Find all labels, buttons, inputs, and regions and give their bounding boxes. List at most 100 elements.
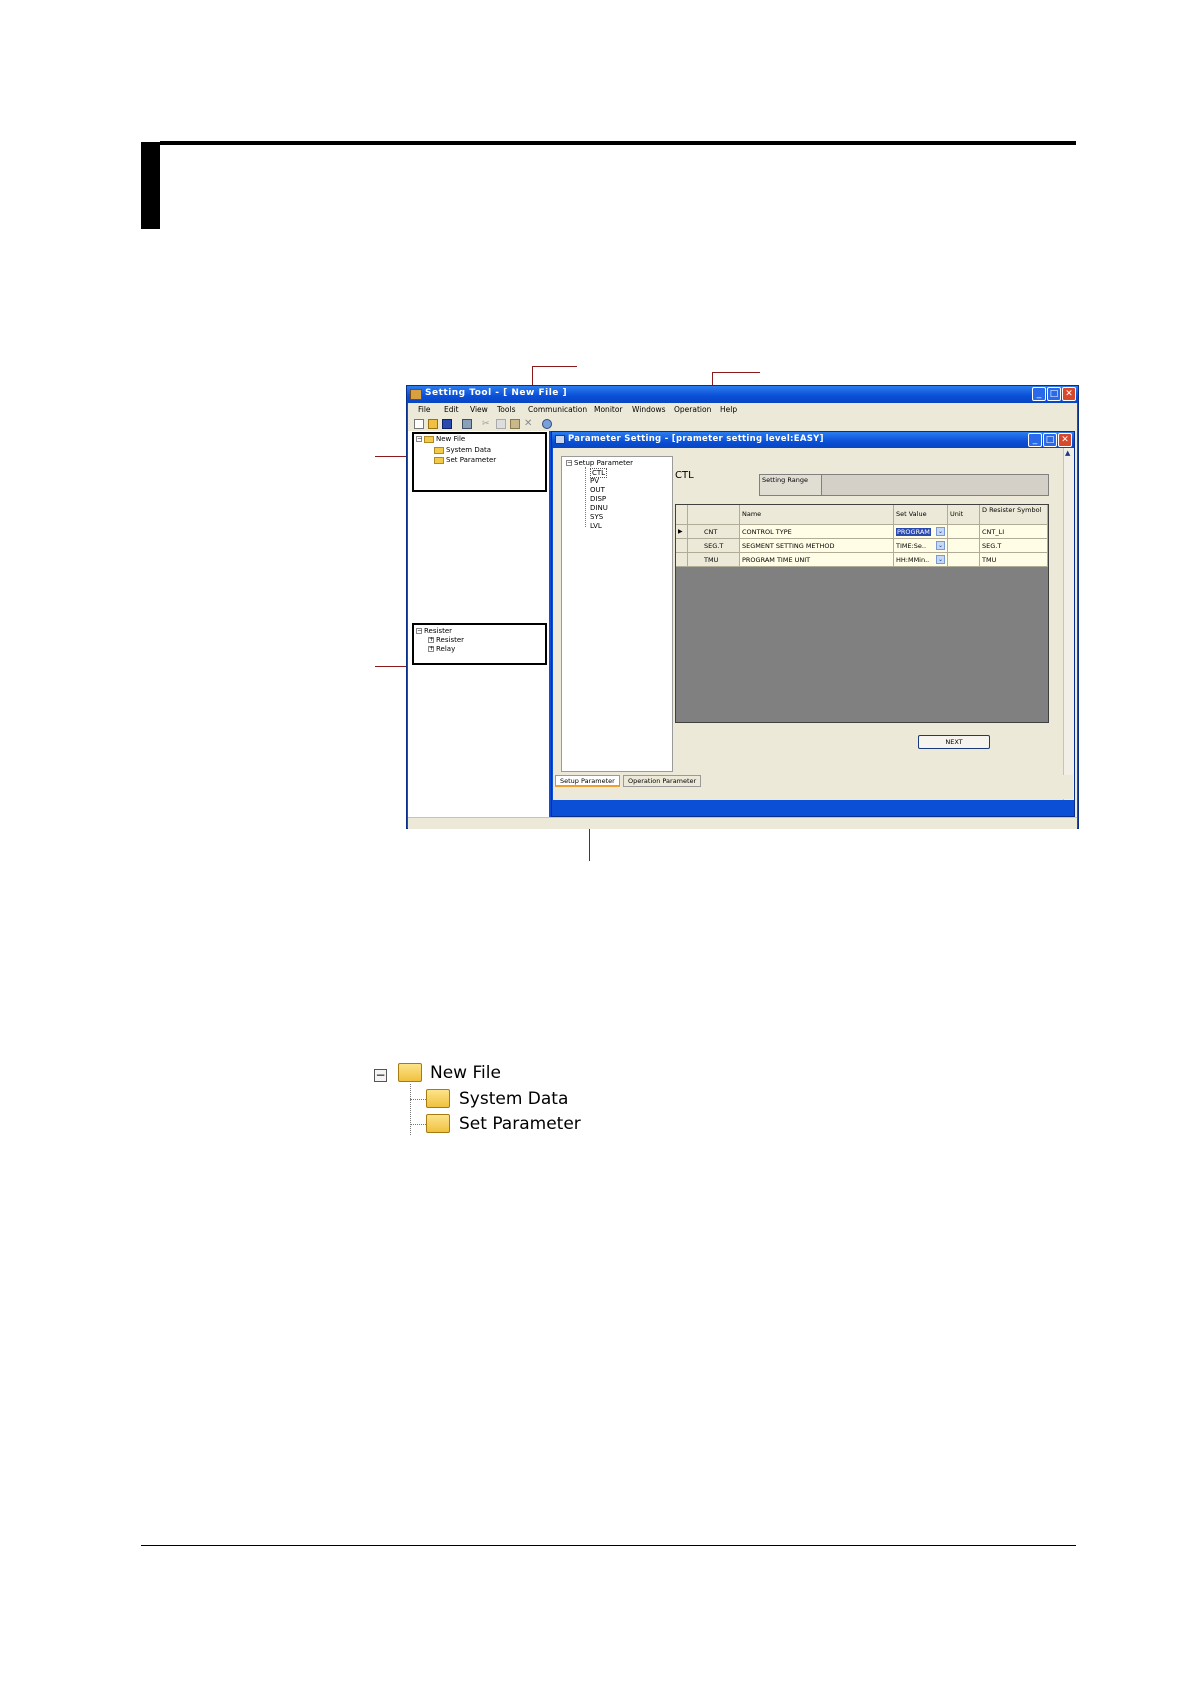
grid-header-unit[interactable]: Unit: [948, 505, 980, 524]
grid-header-name[interactable]: Name: [740, 505, 894, 524]
chevron-down-icon[interactable]: ⌄: [936, 527, 945, 536]
callout-menu-horizontal: [712, 372, 760, 373]
enlarged-root-label: New File: [430, 1063, 501, 1083]
grid-header-symbol[interactable]: D Resister Symbol: [980, 505, 1048, 524]
grid-header-set-value[interactable]: Set Value: [894, 505, 948, 524]
next-button[interactable]: NEXT: [918, 735, 990, 749]
grid-corner: [676, 505, 688, 524]
row-name: CONTROL TYPE: [740, 525, 894, 538]
child-window-title: Parameter Setting - [prameter setting le…: [568, 434, 824, 444]
print-icon[interactable]: [462, 419, 472, 429]
row-name: PROGRAM TIME UNIT: [740, 553, 894, 566]
expand-icon[interactable]: +: [428, 646, 434, 652]
open-folder-icon[interactable]: [428, 419, 438, 429]
tree-connector: [410, 1099, 426, 1100]
set-value-text: HH:MMin..: [896, 556, 930, 564]
tab-operation-parameter[interactable]: Operation Parameter: [623, 775, 702, 787]
row-code: SEG.T: [688, 539, 740, 552]
child-title-bar: Parameter Setting - [prameter setting le…: [552, 432, 1074, 448]
menu-file[interactable]: File: [418, 405, 431, 414]
collapse-icon[interactable]: −: [566, 460, 572, 466]
setting-range-box: Setting Range: [759, 474, 1049, 496]
toolbar: ✂ ✕: [408, 417, 1077, 432]
tree-root-new-file[interactable]: − New File: [416, 435, 465, 443]
tree-item-out[interactable]: OUT: [590, 486, 605, 494]
menu-communication[interactable]: Communication: [528, 405, 587, 414]
window-title: Setting Tool - [ New File ]: [425, 388, 568, 398]
menu-help[interactable]: Help: [720, 405, 737, 414]
row-set-value-select[interactable]: PROGRAM ⌄: [894, 525, 948, 538]
tab-setup-parameter[interactable]: Setup Parameter: [555, 775, 620, 787]
tree-item-system-data[interactable]: System Data: [434, 446, 491, 454]
row-selector[interactable]: [676, 553, 688, 566]
main-client-area: − New File System Data Set Parameter − Res…: [408, 431, 1077, 817]
copy-icon[interactable]: [496, 419, 506, 429]
setting-range-label: Setting Range: [760, 475, 822, 495]
enlarged-set-parameter-label: Set Parameter: [459, 1114, 581, 1134]
close-button[interactable]: ✕: [1062, 387, 1076, 401]
parameter-setting-window: Parameter Setting - [prameter setting le…: [551, 431, 1075, 817]
communication-icon[interactable]: [542, 419, 552, 429]
table-row[interactable]: TMU PROGRAM TIME UNIT HH:MMin.. ⌄ TMU: [676, 553, 1048, 567]
row-set-value-select[interactable]: HH:MMin.. ⌄: [894, 553, 948, 566]
child-client-area: − Setup Parameter CTL PV OUT DISP DINU SY…: [553, 448, 1074, 800]
row-code: CNT: [688, 525, 740, 538]
save-icon[interactable]: [442, 419, 452, 429]
setting-tool-window: Setting Tool - [ New File ] _ □ ✕ File E…: [406, 385, 1079, 829]
row-symbol: SEG.T: [980, 539, 1048, 552]
app-icon: [410, 389, 422, 400]
folder-icon: [434, 456, 444, 464]
tree-item-register[interactable]: + Resister: [428, 636, 464, 644]
row-code: TMU: [688, 553, 740, 566]
row-unit: [948, 525, 980, 538]
parameter-tree: − Setup Parameter CTL PV OUT DISP DINU SY…: [561, 456, 673, 772]
tree-connector: [410, 1124, 426, 1125]
table-row[interactable]: ▶ CNT CONTROL TYPE PROGRAM ⌄ CNT_LI: [676, 525, 1048, 539]
tree-item-relay[interactable]: + Relay: [428, 645, 455, 653]
collapse-icon[interactable]: −: [416, 436, 422, 442]
menu-operation[interactable]: Operation: [674, 405, 711, 414]
new-file-icon[interactable]: [414, 419, 424, 429]
tree-item-disp[interactable]: DISP: [590, 495, 606, 503]
menu-edit[interactable]: Edit: [444, 405, 459, 414]
row-symbol: CNT_LI: [980, 525, 1048, 538]
collapse-icon[interactable]: −: [416, 628, 422, 634]
child-minimize-button[interactable]: _: [1028, 433, 1042, 447]
cut-icon[interactable]: ✂: [482, 419, 492, 429]
tree-item-set-parameter[interactable]: Set Parameter: [434, 456, 496, 464]
row-set-value-select[interactable]: TIME:Se.. ⌄: [894, 539, 948, 552]
footer-rule: [141, 1545, 1076, 1546]
callout-toolbar-horizontal: [532, 366, 577, 367]
paste-icon[interactable]: [510, 419, 520, 429]
minimize-button[interactable]: _: [1032, 387, 1046, 401]
delete-icon[interactable]: ✕: [524, 419, 534, 429]
row-unit: [948, 539, 980, 552]
row-selector[interactable]: [676, 539, 688, 552]
child-close-button[interactable]: ✕: [1058, 433, 1072, 447]
tree-root-setup-parameter[interactable]: − Setup Parameter: [566, 459, 633, 467]
menu-windows[interactable]: Windows: [632, 405, 665, 414]
tree-item-lvl[interactable]: LVL: [590, 522, 602, 530]
vertical-scrollbar[interactable]: ▲ ▼: [1063, 448, 1074, 800]
tree-item-dinu[interactable]: DINU: [590, 504, 608, 512]
row-name: SEGMENT SETTING METHOD: [740, 539, 894, 552]
menu-monitor[interactable]: Monitor: [594, 405, 623, 414]
menu-view[interactable]: View: [470, 405, 488, 414]
maximize-button[interactable]: □: [1047, 387, 1061, 401]
chevron-down-icon[interactable]: ⌄: [936, 555, 945, 564]
tree-item-pv[interactable]: PV: [590, 477, 599, 485]
table-row[interactable]: SEG.T SEGMENT SETTING METHOD TIME:Se.. ⌄…: [676, 539, 1048, 553]
row-selector-icon[interactable]: ▶: [676, 525, 688, 538]
row-symbol: TMU: [980, 553, 1048, 566]
set-value-text: TIME:Se..: [896, 542, 927, 550]
menu-tools[interactable]: Tools: [497, 405, 515, 414]
parameter-tabs: Setup Parameter Operation Parameter: [553, 775, 1073, 799]
tree-item-sys[interactable]: SYS: [590, 513, 603, 521]
project-tree: − New File System Data Set Parameter: [412, 432, 547, 492]
window-icon: [555, 435, 565, 444]
child-maximize-button[interactable]: □: [1043, 433, 1057, 447]
scroll-up-icon[interactable]: ▲: [1065, 449, 1070, 457]
tree-root-register[interactable]: − Resister: [416, 627, 452, 635]
chevron-down-icon[interactable]: ⌄: [936, 541, 945, 550]
expand-icon[interactable]: +: [428, 637, 434, 643]
